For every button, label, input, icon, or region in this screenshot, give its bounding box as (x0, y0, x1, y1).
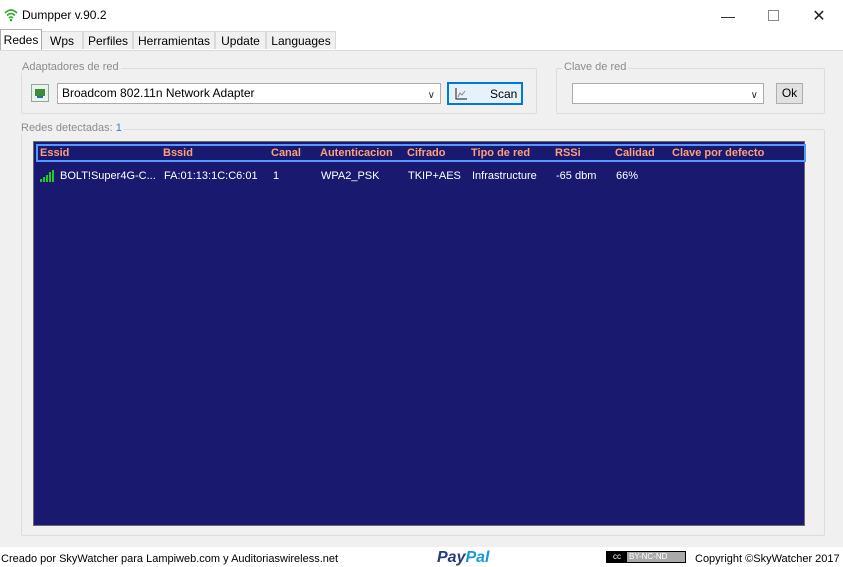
column-header-cifrado[interactable]: Cifrado (407, 146, 446, 160)
adapter-select[interactable]: Broadcom 802.11n Network Adapter ∨ (57, 83, 441, 104)
tab-herramientas[interactable]: Herramientas (133, 31, 215, 49)
cell-autenticacion: WPA2_PSK (321, 170, 380, 182)
networks-group-label: Redes detectadas: 1 (19, 122, 124, 134)
close-button[interactable]: ✕ (796, 0, 842, 31)
list-header: Essid Bssid Canal Autenticacion Cifrado … (36, 144, 806, 162)
footer-credits: Creado por SkyWatcher para Lampiweb.com … (1, 553, 339, 565)
minimize-button[interactable]: — (705, 0, 751, 31)
column-header-autenticacion[interactable]: Autenticacion (320, 146, 393, 160)
network-key-group-label: Clave de red (562, 61, 629, 73)
chevron-down-icon: ∨ (750, 90, 758, 101)
footer: Creado por SkyWatcher para Lampiweb.com … (0, 547, 843, 566)
close-icon: ✕ (812, 7, 826, 25)
scan-button[interactable]: Scan (447, 82, 523, 105)
network-adapter-icon (31, 84, 49, 102)
maximize-icon (767, 10, 779, 21)
column-header-tipo[interactable]: Tipo de red (471, 146, 530, 160)
chevron-down-icon: ∨ (427, 90, 435, 101)
cell-cifrado: TKIP+AES (408, 170, 461, 182)
wifi-icon (4, 9, 18, 22)
tab-redes[interactable]: Redes (0, 29, 42, 50)
title-bar: Dumpper v.90.2 — ✕ (0, 0, 843, 31)
scan-icon (455, 88, 467, 100)
network-key-select[interactable]: ∨ (572, 83, 764, 104)
cc-license-badge[interactable]: cc BY-NC-ND (606, 551, 686, 563)
column-header-clave[interactable]: Clave por defecto (672, 146, 764, 160)
adapters-group-label: Adaptadores de red (20, 61, 121, 73)
column-header-rssi[interactable]: RSSi (555, 146, 581, 160)
table-row[interactable]: BOLT!Super4G-C... FA:01:13:1C:C6:01 1 WP… (34, 168, 804, 184)
cell-canal: 1 (273, 170, 280, 182)
column-header-canal[interactable]: Canal (271, 146, 301, 160)
column-header-calidad[interactable]: Calidad (615, 146, 655, 160)
cell-tipo: Infrastructure (472, 170, 537, 182)
networks-count: 1 (115, 122, 122, 134)
ok-button[interactable]: Ok (776, 83, 803, 104)
cell-calidad: 66% (616, 170, 639, 182)
networks-label: Redes detectadas: (21, 122, 113, 134)
tab-strip: Redes Wps Perfiles Herramientas Update L… (0, 29, 843, 50)
cell-essid: BOLT!Super4G-C... (60, 170, 156, 182)
tab-wps[interactable]: Wps (41, 31, 83, 49)
column-header-essid[interactable]: Essid (40, 146, 69, 160)
signal-bars-icon (40, 170, 54, 182)
cell-bssid: FA:01:13:1C:C6:01 (164, 170, 258, 182)
footer-copyright: Copyright ©SkyWatcher 2017 (695, 553, 840, 565)
tab-perfiles[interactable]: Perfiles (83, 31, 133, 49)
networks-list[interactable]: Essid Bssid Canal Autenticacion Cifrado … (33, 141, 806, 526)
column-header-bssid[interactable]: Bssid (163, 146, 193, 160)
maximize-button[interactable] (750, 0, 796, 31)
tab-languages[interactable]: Languages (266, 31, 336, 49)
window-title: Dumpper v.90.2 (22, 8, 107, 22)
paypal-logo[interactable]: PayPal (437, 549, 489, 567)
adapter-select-value: Broadcom 802.11n Network Adapter (62, 86, 255, 100)
minimize-icon: — (721, 7, 735, 24)
scan-button-label: Scan (490, 87, 518, 101)
cell-rssi: -65 dbm (556, 170, 597, 182)
tab-update[interactable]: Update (215, 31, 266, 49)
